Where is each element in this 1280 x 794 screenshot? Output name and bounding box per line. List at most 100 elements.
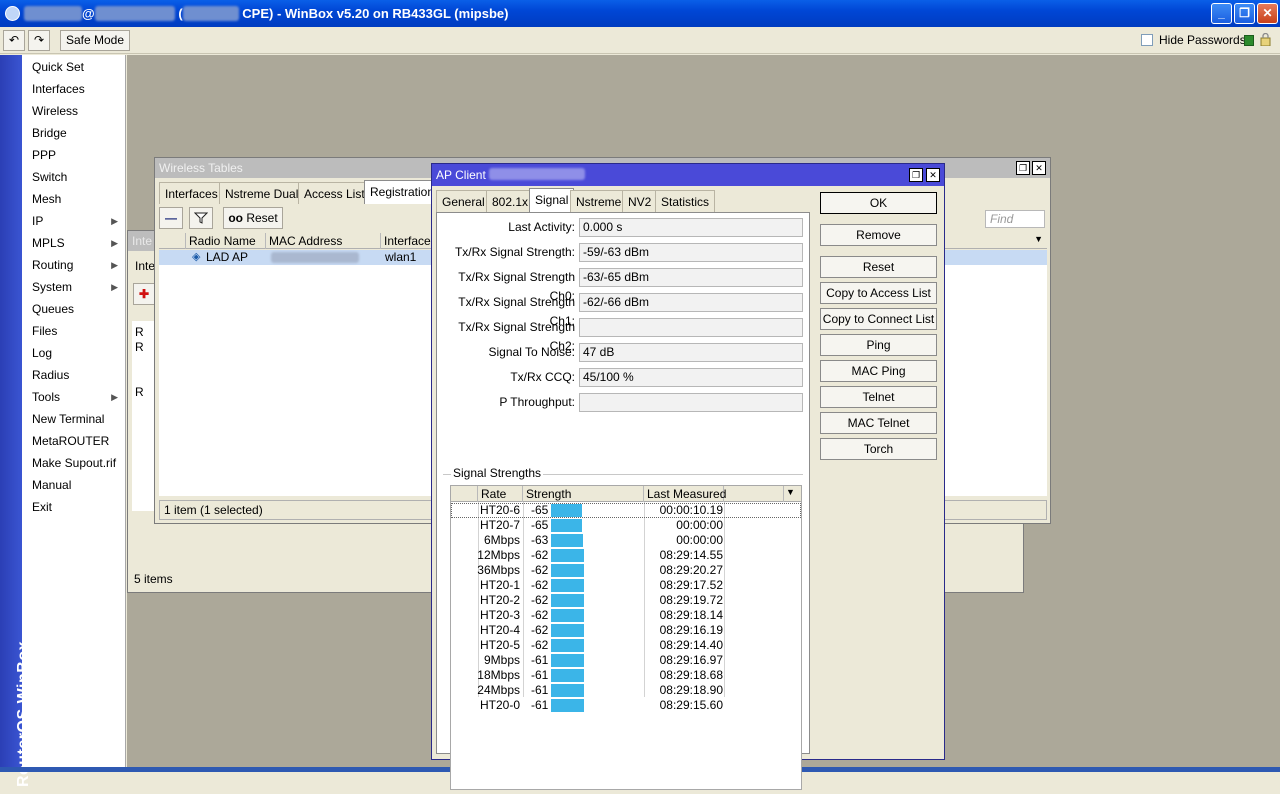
table-row[interactable]: HT20-1 -62 08:29:17.52 bbox=[451, 578, 801, 593]
wt-maximize-button[interactable]: ❐ bbox=[1016, 161, 1030, 175]
menu-item-radius[interactable]: Radius bbox=[22, 364, 126, 386]
menu-item-exit[interactable]: Exit bbox=[22, 496, 126, 518]
remove-button[interactable]: Remove bbox=[820, 224, 937, 246]
tab-signal[interactable]: Signal bbox=[529, 188, 575, 212]
menu-item-metarouter[interactable]: MetaROUTER bbox=[22, 430, 126, 452]
find-input[interactable]: Find bbox=[985, 210, 1045, 228]
undo-button[interactable]: ↶ bbox=[3, 30, 25, 51]
minimize-button[interactable]: _ bbox=[1211, 3, 1232, 24]
cell-rate: HT20-3 bbox=[479, 608, 520, 622]
menu-item-interfaces[interactable]: Interfaces bbox=[22, 78, 126, 100]
menu-item-switch[interactable]: Switch bbox=[22, 166, 126, 188]
signal-strength-bar bbox=[551, 699, 584, 712]
table-row[interactable]: HT20-0 -61 08:29:15.60 bbox=[451, 698, 801, 713]
menu-item-ppp[interactable]: PPP bbox=[22, 144, 126, 166]
table-row[interactable]: 6Mbps -63 00:00:00 bbox=[451, 533, 801, 548]
tab-8021x[interactable]: 802.1x bbox=[486, 190, 535, 212]
field-row: Signal To Noise: 47 dB bbox=[437, 343, 811, 362]
table-row[interactable]: 12Mbps -62 08:29:14.55 bbox=[451, 548, 801, 563]
field-value: 0.000 s bbox=[579, 218, 803, 237]
hide-passwords-checkbox[interactable] bbox=[1141, 34, 1153, 46]
tab-interfaces[interactable]: Interfaces bbox=[159, 182, 224, 204]
copy-to-connect-list-button[interactable]: Copy to Connect List bbox=[820, 308, 937, 330]
wt-close-button[interactable]: ✕ bbox=[1032, 161, 1046, 175]
reset-button[interactable]: Reset bbox=[820, 256, 937, 278]
cell-strength: -61 bbox=[531, 653, 549, 667]
menu-item-wireless[interactable]: Wireless bbox=[22, 100, 126, 122]
tab-nstreme[interactable]: Nstreme bbox=[570, 190, 628, 212]
tab-access-list[interactable]: Access List bbox=[298, 182, 371, 204]
menu-item-ip[interactable]: IP ▶ bbox=[22, 210, 126, 232]
redo-button[interactable]: ↷ bbox=[28, 30, 50, 51]
telnet-button[interactable]: Telnet bbox=[820, 386, 937, 408]
filter-button[interactable] bbox=[189, 207, 213, 229]
copy-to-access-list-button[interactable]: Copy to Access List bbox=[820, 282, 937, 304]
column-rate[interactable]: Rate bbox=[478, 486, 523, 502]
remove-entry-button[interactable]: — bbox=[159, 207, 183, 229]
table-row[interactable]: 9Mbps -61 08:29:16.97 bbox=[451, 653, 801, 668]
ok-button[interactable]: OK bbox=[820, 192, 937, 214]
cell-radio-name: LAD AP bbox=[206, 250, 249, 264]
tab-statistics[interactable]: Statistics bbox=[655, 190, 716, 212]
table-row[interactable]: 18Mbps -61 08:29:18.68 bbox=[451, 668, 801, 683]
ap-maximize-button[interactable]: ❐ bbox=[909, 168, 923, 182]
mac-telnet-button[interactable]: MAC Telnet bbox=[820, 412, 937, 434]
table-row[interactable]: HT20-7 -65 00:00:00 bbox=[451, 518, 801, 533]
menu-item-label: MPLS bbox=[32, 236, 65, 250]
torch-button[interactable]: Torch bbox=[820, 438, 937, 460]
reset-counters-button[interactable]: oo Reset bbox=[223, 207, 283, 229]
window-title: @ ( CPE) - WinBox v5.20 on RB433GL (mips… bbox=[24, 6, 508, 21]
tab-registration[interactable]: Registration bbox=[364, 180, 441, 204]
column-last-measured[interactable]: Last Measured bbox=[644, 486, 726, 502]
menu-item-bridge[interactable]: Bridge bbox=[22, 122, 126, 144]
tab-general[interactable]: General bbox=[436, 190, 491, 212]
menu-item-make-supout-rif[interactable]: Make Supout.rif bbox=[22, 452, 126, 474]
maximize-button[interactable]: ❐ bbox=[1234, 3, 1255, 24]
add-button[interactable]: ✚ bbox=[133, 283, 155, 305]
menu-item-new-terminal[interactable]: New Terminal bbox=[22, 408, 126, 430]
safe-mode-button[interactable]: Safe Mode bbox=[60, 30, 130, 51]
hide-passwords-toggle[interactable]: Hide Passwords bbox=[1141, 33, 1246, 47]
ap-close-button[interactable]: ✕ bbox=[926, 168, 940, 182]
signal-strengths-group: Signal Strengths bbox=[451, 466, 544, 480]
menu-item-mesh[interactable]: Mesh bbox=[22, 188, 126, 210]
menu-item-log[interactable]: Log bbox=[22, 342, 126, 364]
table-row[interactable]: HT20-3 -62 08:29:18.14 bbox=[451, 608, 801, 623]
menu-item-label: Manual bbox=[32, 478, 72, 492]
table-row[interactable]: HT20-4 -62 08:29:16.19 bbox=[451, 623, 801, 638]
cell-last-measured: 00:00:00 bbox=[676, 518, 723, 532]
table-row[interactable]: HT20-6 -65 00:00:10.19 bbox=[451, 503, 801, 518]
field-row: Tx/Rx CCQ: 45/100 % bbox=[437, 368, 811, 387]
mac-ping-button[interactable]: MAC Ping bbox=[820, 360, 937, 382]
field-row: Tx/Rx Signal Strength: -59/-63 dBm bbox=[437, 243, 811, 262]
interface-tab[interactable]: Inte bbox=[135, 259, 155, 273]
columns-dropdown-icon[interactable]: ▼ bbox=[1034, 234, 1043, 244]
column-radio-name[interactable]: Radio Name bbox=[186, 233, 266, 249]
menu-item-label: Wireless bbox=[32, 104, 79, 118]
menu-item-system[interactable]: System ▶ bbox=[22, 276, 126, 298]
signal-table-header: Rate Strength Last Measured ▼ bbox=[451, 486, 801, 502]
cell-last-measured: 08:29:18.90 bbox=[659, 683, 723, 697]
columns-dropdown-icon[interactable]: ▼ bbox=[786, 487, 795, 497]
table-row[interactable]: 36Mbps -62 08:29:20.27 bbox=[451, 563, 801, 578]
ap-client-window: AP Client ❐ ✕ General 802.1x Signal Nstr… bbox=[431, 163, 945, 790]
cell-last-measured: 08:29:17.52 bbox=[659, 578, 723, 592]
tab-nstreme-dual[interactable]: Nstreme Dual bbox=[219, 182, 305, 204]
menu-item-mpls[interactable]: MPLS ▶ bbox=[22, 232, 126, 254]
menu-item-routing[interactable]: Routing ▶ bbox=[22, 254, 126, 276]
ping-button[interactable]: Ping bbox=[820, 334, 937, 356]
close-button[interactable]: ✕ bbox=[1257, 3, 1278, 24]
signal-strength-bar bbox=[551, 609, 584, 622]
tab-nv2[interactable]: NV2 bbox=[622, 190, 658, 212]
menu-item-queues[interactable]: Queues bbox=[22, 298, 126, 320]
menu-item-files[interactable]: Files bbox=[22, 320, 126, 342]
column-strength[interactable]: Strength bbox=[523, 486, 644, 502]
table-row[interactable]: HT20-2 -62 08:29:19.72 bbox=[451, 593, 801, 608]
menu-item-tools[interactable]: Tools ▶ bbox=[22, 386, 126, 408]
table-row[interactable]: HT20-5 -62 08:29:14.40 bbox=[451, 638, 801, 653]
menu-item-manual[interactable]: Manual bbox=[22, 474, 126, 496]
brand-band: RouterOS WinBox bbox=[0, 55, 32, 787]
table-row[interactable]: 24Mbps -61 08:29:18.90 bbox=[451, 683, 801, 698]
menu-item-quick-set[interactable]: Quick Set bbox=[22, 56, 126, 78]
column-mac-address[interactable]: MAC Address bbox=[266, 233, 381, 249]
